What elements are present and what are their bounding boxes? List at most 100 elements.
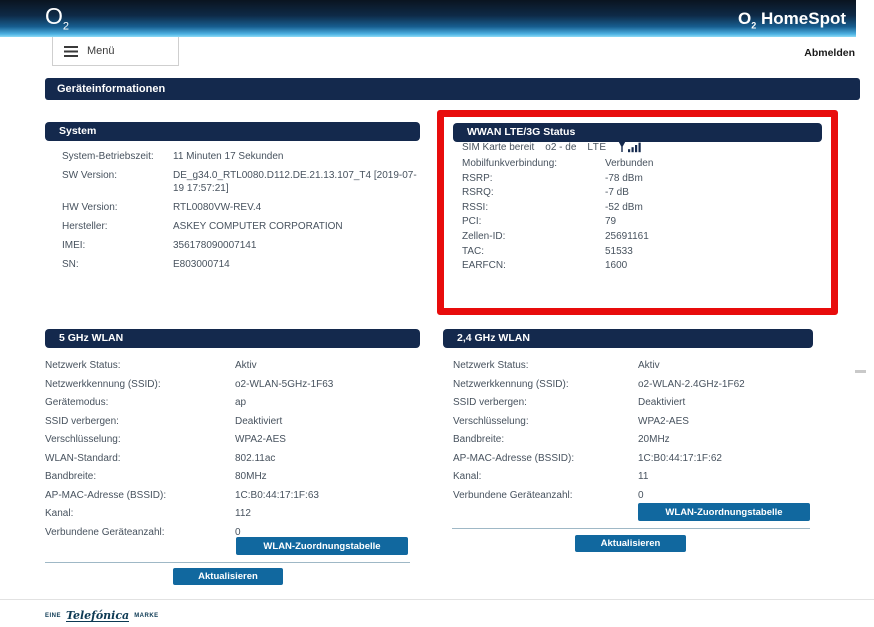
scrollbar-thumb[interactable] [855,370,866,373]
info-row: WLAN-Standard: 802.11ac [45,453,420,465]
field-value: -52 dBm [605,201,643,213]
section-wlan5-title: 5 GHz WLAN [45,329,420,348]
field-value: 802.11ac [235,452,276,464]
o2-logo-text: O [45,3,63,29]
system-info-rows: System-Betriebszeit: 11 Minuten 17 Sekund… [62,150,420,277]
section-wwan-title: WWAN LTE/3G Status [453,123,822,142]
network-type: LTE [587,141,607,153]
field-value: 80MHz [235,471,267,482]
info-row: Kanal: 11 [453,471,813,483]
field-value: -78 dBm [605,172,643,184]
field-label: Netzwerk Status: [45,360,121,371]
section-wwan-status: WWAN LTE/3G Status SIM Karte bereit o2 -… [444,117,831,308]
info-row: RSSI: -52 dBm [462,201,822,216]
info-row: Bandbreite: 20MHz [453,434,813,446]
field-value: 1C:B0:44:17:1F:63 [235,489,319,501]
field-label: RSRQ: [462,187,494,199]
info-row: Bandbreite: 80MHz [45,471,420,483]
info-row: Netzwerkkennung (SSID): o2-WLAN-5GHz-1F63 [45,379,420,391]
info-row: SN: E803000714 [62,258,420,271]
field-value: 112 [235,508,251,519]
field-value: o2-WLAN-2.4GHz-1F62 [638,378,745,390]
field-label: Bandbreite: [453,434,505,445]
field-value: 51533 [605,245,633,257]
info-row: Netzwerkkennung (SSID): o2-WLAN-2.4GHz-1F… [453,379,813,391]
field-value: RTL0080VW-REV.4 [173,202,262,213]
field-label: SSID verbergen: [453,397,527,408]
field-value: 11 [638,471,649,482]
field-label: Verbundene Geräteanzahl: [453,489,573,501]
field-label: RSSI: [462,201,489,213]
info-row: SW Version: DE_g34.0_RTL0080.D112.DE.21.1… [62,169,420,195]
info-row: Kanal: 112 [45,508,420,520]
operator-name: o2 - de [545,141,577,153]
field-value: WPA2-AES [235,434,286,445]
field-value: o2-WLAN-5GHz-1F63 [235,378,334,390]
sim-status-line: SIM Karte bereit o2 - de LTE [462,141,642,153]
info-row: Verschlüsselung: WPA2-AES [45,434,420,446]
field-label: SW Version: [62,170,118,181]
wlan24-mapping-table-button[interactable]: WLAN-Zuordnungstabelle [638,503,810,521]
field-label: RSRP: [462,172,493,184]
field-label: Verbundene Geräteanzahl: [45,526,165,538]
field-label: Bandbreite: [45,471,97,482]
field-value: 1600 [605,260,628,272]
info-row: AP-MAC-Adresse (BSSID): 1C:B0:44:17:1F:62 [453,453,813,465]
product-title: O2 HomeSpot [738,9,846,30]
field-label: AP-MAC-Adresse (BSSID): [45,489,167,501]
field-value: WPA2-AES [638,415,689,427]
field-label: EARFCN: [462,260,506,272]
section-system: System System-Betriebszeit: 11 Minuten 17… [45,122,420,292]
info-row: Netzwerk Status: Aktiv [45,360,420,372]
field-label: IMEI: [62,240,86,251]
app-header: O2 O2 HomeSpot [0,0,856,37]
field-label: Netzwerkkennung (SSID): [453,378,569,390]
info-row: RSRP: -78 dBm [462,172,822,187]
logout-link[interactable]: Abmelden [804,47,855,59]
info-row: System-Betriebszeit: 11 Minuten 17 Sekund… [62,150,420,163]
info-row: AP-MAC-Adresse (BSSID): 1C:B0:44:17:1F:63 [45,490,420,502]
product-name: HomeSpot [761,9,846,28]
info-row: Hersteller: ASKEY COMPUTER CORPORATION [62,220,420,233]
info-row: SSID verbergen: Deaktiviert [453,397,813,409]
field-label: Zellen-ID: [462,230,506,242]
wlan24-separator [452,528,810,529]
field-label: System-Betriebszeit: [62,151,154,162]
field-value: Verbunden [605,158,654,169]
info-row: Zellen-ID: 25691161 [462,230,822,245]
wlan24-refresh-button[interactable]: Aktualisieren [575,535,686,552]
product-sub: 2 [751,20,757,31]
info-row: SSID verbergen: Deaktiviert [45,416,420,428]
field-value: 79 [605,216,617,228]
wlan5-separator [45,562,410,563]
field-label: Mobilfunkverbindung: [462,158,558,169]
menu-button[interactable]: Menü [52,37,179,66]
field-label: Netzwerkkennung (SSID): [45,378,161,390]
wlan24-info-rows: Netzwerk Status: Aktiv Netzwerkkennung (SS… [453,360,813,508]
brand-pre-label: EINE [45,613,62,619]
section-wlan-24ghz: 2,4 GHz WLAN Netzwerk Status: Aktiv Netzwe… [443,329,813,557]
field-label: AP-MAC-Adresse (BSSID): [453,452,575,464]
telefonica-brand-logo: EINE Telefónica MARKE [45,610,159,622]
info-row: Gerätemodus: ap [45,397,420,409]
info-row: HW Version: RTL0080VW-REV.4 [62,201,420,214]
info-row: TAC: 51533 [462,245,822,260]
info-row: EARFCN: 1600 [462,259,822,274]
wlan5-refresh-button[interactable]: Aktualisieren [173,568,283,585]
wlan5-mapping-table-button[interactable]: WLAN-Zuordnungstabelle [236,537,408,555]
footer-divider [0,599,874,600]
field-value: 1C:B0:44:17:1F:62 [638,452,722,464]
field-label: HW Version: [62,202,118,213]
field-value: 11 Minuten 17 Sekunden [173,151,284,162]
field-value: 20MHz [638,434,670,445]
o2-logo: O2 [45,3,69,33]
field-value: Deaktiviert [638,397,686,408]
router-admin-page: O2 O2 HomeSpot Menü Abmelden Geräteinfor… [0,0,874,627]
o2-logo-sub: 2 [62,20,70,33]
telefonica-wordmark: Telefónica [66,609,130,622]
info-row: Netzwerk Status: Aktiv [453,360,813,372]
field-label: Kanal: [45,508,74,519]
field-label: TAC: [462,245,485,257]
field-value: 356178090007141 [173,240,257,251]
section-system-title: System [45,122,420,141]
